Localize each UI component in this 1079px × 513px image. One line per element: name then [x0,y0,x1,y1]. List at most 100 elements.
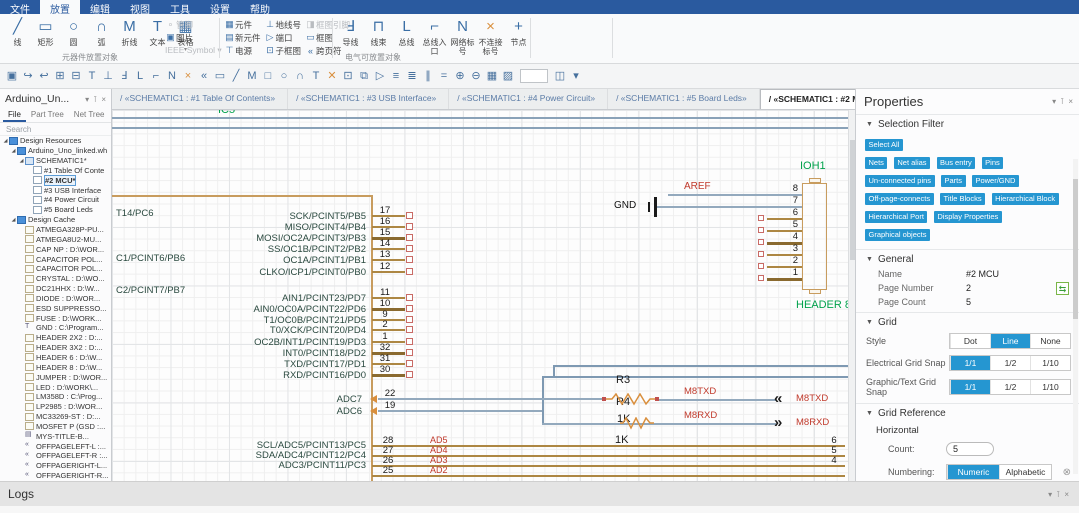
tree-item[interactable]: JUMPER : D:\WOR... [0,372,111,382]
tree-item[interactable]: #4 Power Circuit [0,195,111,205]
tree-expander-icon[interactable]: ◢ [18,158,25,164]
filter-chip[interactable]: Graphical objects [865,228,930,241]
toolbar-input[interactable] [520,69,548,83]
filter-chip[interactable]: Power/GND [971,174,1019,187]
tree-item[interactable]: ◢ Design Resources [0,136,111,146]
scrollbar-thumb[interactable] [1073,179,1078,319]
tree-item[interactable]: DIODE : D:\WOR... [0,294,111,304]
unconnected-pin-marker[interactable] [406,294,413,301]
toolbar-icon[interactable]: ⊞ [52,67,68,85]
schematic-canvas[interactable]: IC5 T14/PC6 C1/PCINT6/PB6 C2/PCINT7/PB7 … [112,110,848,481]
wire[interactable] [542,376,544,425]
toolbar-icon[interactable]: ↪ [20,67,36,85]
wire[interactable] [112,117,848,119]
section-grid[interactable]: ▼ Grid [856,312,1079,330]
ribbon-tool[interactable]: ▣ 图片 [165,31,217,44]
unconnected-pin-marker[interactable] [758,263,764,269]
unconnected-pin-marker[interactable] [406,360,413,367]
toolbar-icon[interactable]: □ [260,67,276,85]
pin-wire[interactable] [372,374,405,377]
tree-item[interactable]: MC33269-ST : D:... [0,412,111,422]
close-icon[interactable]: × [1066,97,1075,106]
document-tab[interactable]: / «SCHEMATIC1 : #3 USB Interface» [288,89,450,109]
unconnected-pin-marker[interactable] [406,349,413,356]
filter-chip[interactable]: Pins [981,156,1004,169]
tree-item[interactable]: #2 MCU* [0,174,111,186]
filter-chip[interactable]: Un-connected pins [865,174,935,187]
ribbon-tool[interactable]: + 节点 [505,16,532,56]
segmented-option[interactable]: 1/1 [950,380,990,394]
panel-tab[interactable]: Part Tree [26,109,69,122]
wire[interactable] [658,399,776,401]
ribbon-tool[interactable]: ⊡ 子框图 [265,44,301,57]
resistor-symbol[interactable] [620,417,654,430]
menu-item[interactable]: 视图 [120,0,160,16]
toolbar-icon[interactable]: ╱ [228,67,244,85]
toolbar-icon[interactable]: × [180,67,196,85]
net-label[interactable]: AD4 [430,445,448,455]
link-icon[interactable]: ⊗ [1063,467,1071,478]
ribbon-tool[interactable]: × 不连接标号 [477,16,504,56]
ribbon-tool[interactable]: ○ 圆 [60,16,87,53]
wire[interactable] [553,365,848,367]
unconnected-pin-marker[interactable] [758,239,764,245]
menu-item[interactable]: 编辑 [80,0,120,16]
toolbar-icon[interactable]: ⊡ [340,67,356,85]
tree-item[interactable]: HEADER 6 : D:\W... [0,353,111,363]
unconnected-pin-marker[interactable] [406,316,413,323]
filter-chip[interactable]: Title Blocks [940,192,986,205]
toolbar-icon[interactable]: ∥ [420,67,436,85]
segmented-option[interactable]: Dot [950,334,990,348]
tree-item[interactable]: ATMEGA8U2-MU... [0,234,111,244]
ribbon-tool[interactable]: ╱ 线 [4,16,31,53]
segmented-option[interactable]: None [1030,334,1070,348]
tree-item[interactable]: « OFFPAGERIGHT-L... [0,461,111,471]
logs-bar[interactable]: Logs ▾ ⊺ × [0,481,1079,506]
wire[interactable] [542,376,848,378]
section-selection-filter[interactable]: ▼ Selection Filter [856,114,1079,132]
toolbar-icon[interactable]: ⊖ [468,67,484,85]
unconnected-pin-marker[interactable] [406,245,413,252]
toolbar-icon[interactable]: ▷ [372,67,388,85]
toolbar-icon[interactable]: ⌐ [148,67,164,85]
toolbar-icon[interactable]: ⊟ [68,67,84,85]
toolbar-icon[interactable]: N [164,67,180,85]
document-tab[interactable]: / «SCHEMATIC1 : #1 Table Of Contents» [112,89,289,109]
net-label[interactable]: M8RXD [684,410,717,421]
tree-item[interactable]: FUSE : D:\WORK... [0,313,111,323]
toolbar-icon[interactable]: L [132,67,148,85]
toolbar-icon[interactable]: = [436,67,452,85]
ribbon-tool[interactable]: N 网络标号 [449,16,476,56]
pin-wire[interactable] [372,271,405,273]
unconnected-pin-marker[interactable] [758,251,764,257]
menu-item[interactable]: 放置 [40,0,80,16]
unconnected-pin-marker[interactable] [406,338,413,345]
tree-item[interactable]: ATMEGA328P-PU... [0,225,111,235]
tree-item[interactable]: ◢ Design Cache [0,215,111,225]
unconnected-pin-marker[interactable] [406,371,413,378]
toolbar-icon[interactable]: ⊥ [100,67,116,85]
tree-item[interactable]: ESD SUPPRESSO... [0,303,111,313]
toolbar-icon[interactable]: ▨ [500,67,516,85]
wire[interactable] [542,423,776,425]
pin-icon[interactable]: ⊺ [1058,97,1066,106]
component-refdes[interactable]: R3 [616,374,630,386]
power-gnd-label[interactable]: GND [614,200,636,211]
net-label[interactable]: AREF [684,181,711,192]
sheet-name-value[interactable]: #2 MCU [966,269,999,279]
tree-item[interactable]: CAP NP : D:\WOR... [0,244,111,254]
document-tab[interactable]: / «SCHEMATIC1 : #4 Power Circuit» [449,89,609,109]
tree-item[interactable]: DC21HHX : D:\W... [0,284,111,294]
unconnected-pin-marker[interactable] [406,268,413,275]
toolbar-icon[interactable]: ⊕ [452,67,468,85]
unconnected-pin-marker[interactable] [406,234,413,241]
gnd-symbol[interactable] [648,202,650,212]
resistor-symbol[interactable] [606,393,656,406]
menu-item[interactable]: 帮助 [240,0,280,16]
ribbon-tool[interactable]: ▷ 端口 [265,31,302,44]
unconnected-pin-marker[interactable] [758,227,764,233]
page-number-value[interactable]: 2 [966,283,971,293]
unconnected-pin-marker[interactable] [406,223,413,230]
swap-page-icon[interactable]: ⇆ [1056,282,1069,295]
tree-expander-icon[interactable]: ◢ [10,217,17,223]
